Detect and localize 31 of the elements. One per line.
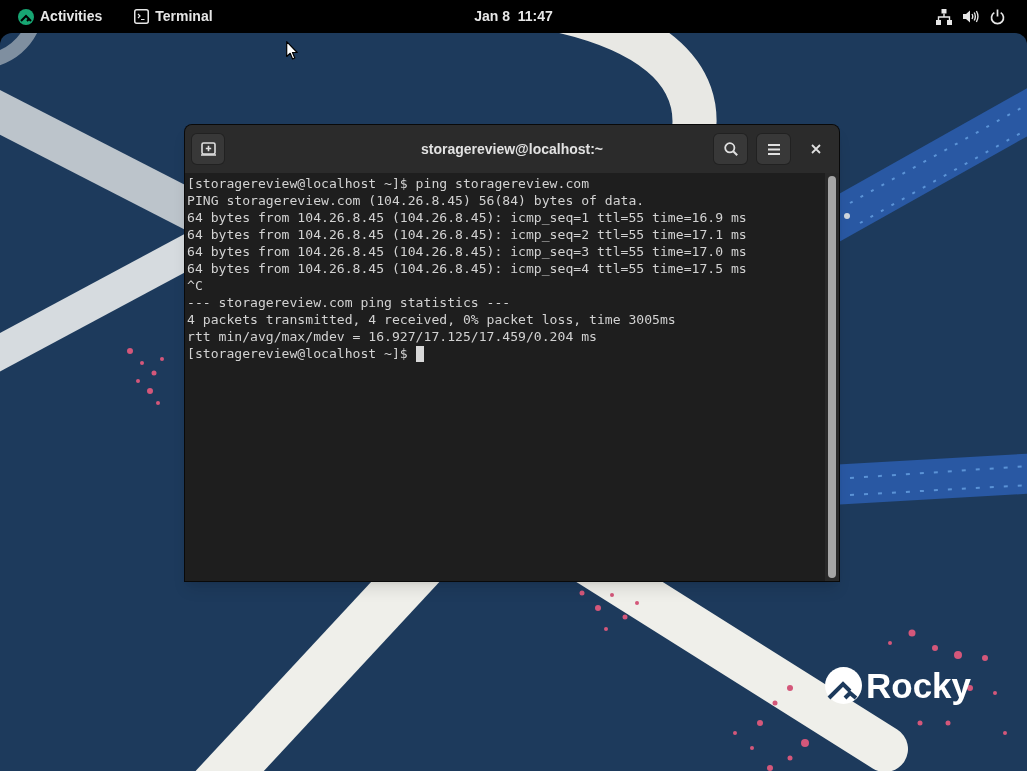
new-tab-icon [200,142,216,156]
app-menu-button[interactable]: Terminal [130,3,217,30]
mouse-pointer-icon [286,41,298,60]
window-title: storagereview@localhost:~ [420,139,604,159]
clock-button[interactable]: Jan 8 11:47 [468,3,559,30]
volume-icon [963,9,979,24]
terminal-prompt: [storagereview@localhost ~]$ [187,345,408,362]
terminal-line: ^C [187,277,203,294]
mountain-logo-icon [18,8,34,25]
terminal-line: 64 bytes from 104.26.8.45 (104.26.8.45): icmp_seq=1 ttl=55 time=16.9 ms [187,209,747,226]
power-icon [990,8,1005,25]
activities-button[interactable]: Activities [14,3,109,30]
terminal-line: --- storagereview.com ping statistics --- [187,294,511,311]
menu-icon [767,143,780,155]
search-button[interactable] [713,133,748,165]
text-cursor [415,345,424,362]
terminal-line: PING storagereview.com (104.26.8.45) 56(84) bytes of data. [187,192,645,209]
close-icon [811,144,821,154]
mountain-logo-icon [825,667,862,704]
terminal-icon [134,9,150,24]
menu-button[interactable] [756,133,791,165]
terminal-line: [storagereview@localhost ~]$ ping storagereview.com [187,175,590,192]
terminal-line: 64 bytes from 104.26.8.45 (104.26.8.45): icmp_seq=3 ttl=55 time=17.0 ms [187,243,747,260]
terminal-line: rtt min/avg/max/mdev = 16.927/17.125/17.459/0.204 ms [187,328,597,345]
new-tab-button[interactable] [191,133,225,165]
network-icon [936,8,952,25]
search-icon [723,142,738,156]
terminal-line: 64 bytes from 104.26.8.45 (104.26.8.45): icmp_seq=4 ttl=55 time=17.5 ms [187,260,747,277]
wallpaper-logo-text: Rocky [866,668,972,703]
terminal-line: 4 packets transmitted, 4 received, 0% packet loss, time 3005ms [187,311,676,328]
terminal-line: 64 bytes from 104.26.8.45 (104.26.8.45): icmp_seq=2 ttl=55 time=17.1 ms [187,226,747,243]
